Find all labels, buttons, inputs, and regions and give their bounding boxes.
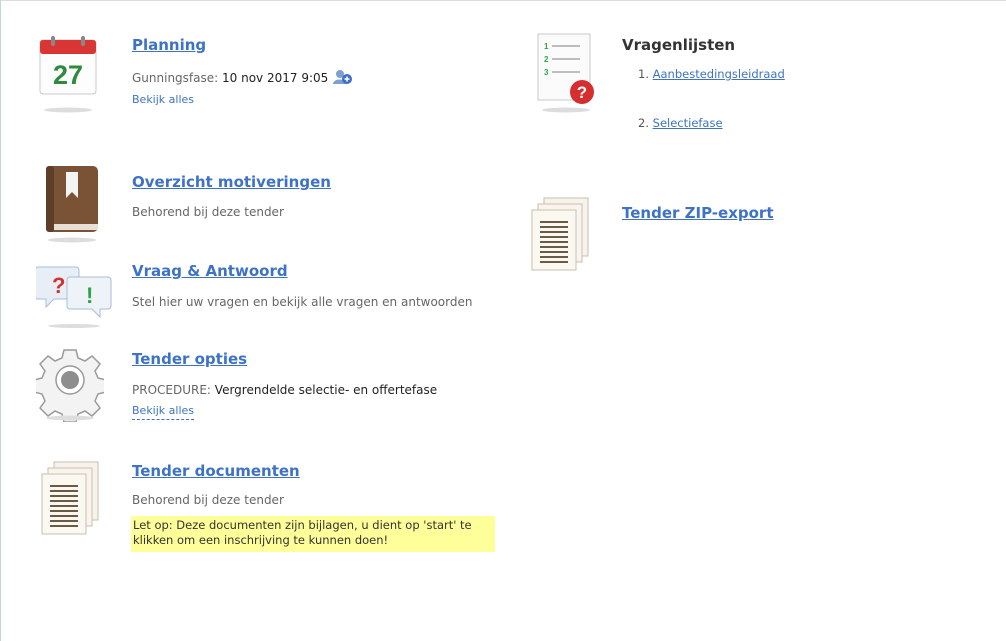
svg-text:?: ? [577,83,587,102]
options-title-link[interactable]: Tender opties [132,350,247,368]
list-item: 1. Aanbestedingsleidraad [638,67,785,81]
planning-phase-label: Gunningsfase: [132,71,219,85]
zip-documents-icon [528,196,594,279]
qa-subtitle: Stel hier uw vragen en bekijk alle vrage… [132,295,473,309]
questionnaire-icon: 1 2 3 ? [534,32,600,117]
svg-text:1: 1 [544,42,549,51]
svg-text:?: ? [52,273,65,298]
svg-text:3: 3 [544,68,549,77]
list-item: 2. Selectiefase [638,116,723,130]
documents-subtitle: Behorend bij deze tender [132,493,284,507]
gear-icon [33,346,107,425]
planning-phase: Gunningsfase: 10 nov 2017 9:05 [132,69,353,88]
documents-icon [38,460,104,545]
motivations-subtitle: Behorend bij deze tender [132,205,284,219]
options-procedure: PROCEDURE: Vergrendelde selectie- en off… [132,383,437,397]
planning-view-all-link[interactable]: Bekijk alles [132,93,194,106]
list-item-number: 1. [638,67,649,81]
svg-text:!: ! [86,283,93,308]
questionnaire-link-selectiefase[interactable]: Selectiefase [653,116,723,130]
svg-text:27: 27 [53,60,83,90]
procedure-value: Vergrendelde selectie- en offertefase [214,383,438,397]
procedure-label: PROCEDURE: [132,383,211,397]
calendar-icon: 27 [37,36,101,119]
documents-warning-note: Let op: Deze documenten zijn bijlagen, u… [131,516,495,552]
zip-export-title-link[interactable]: Tender ZIP-export [622,204,774,222]
question-answer-icon: ? ! [34,263,112,332]
planning-title-link[interactable]: Planning [132,36,206,54]
questionnaires-title: Vragenlijsten [622,36,736,54]
documents-title-link[interactable]: Tender documenten [132,462,300,480]
planning-phase-value: 10 nov 2017 9:05 [222,71,329,85]
add-reminder-icon[interactable] [332,69,353,88]
qa-title-link[interactable]: Vraag & Antwoord [132,262,288,280]
questionnaire-link-aanbestedingsleidraad[interactable]: Aanbestedingsleidraad [653,67,785,81]
svg-text:2: 2 [544,55,549,64]
list-item-number: 2. [638,116,649,130]
book-icon [42,166,104,247]
motivations-title-link[interactable]: Overzicht motiveringen [132,173,331,191]
options-view-all-link[interactable]: Bekijk alles [132,404,195,420]
